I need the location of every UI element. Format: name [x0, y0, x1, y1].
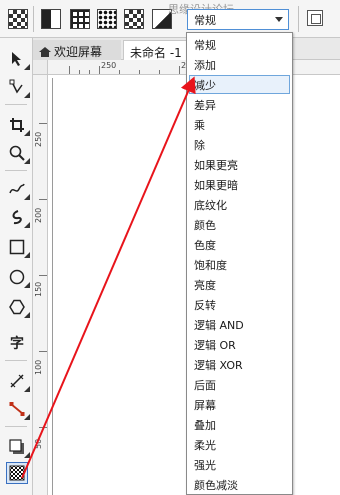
ruler-tick	[39, 275, 47, 276]
dropdown-option[interactable]: 添加	[189, 55, 290, 74]
dropdown-option[interactable]: 屏幕	[189, 395, 290, 414]
dropdown-option[interactable]: 强光	[189, 455, 290, 474]
text-tool-icon[interactable]: 字	[6, 332, 28, 354]
ruler-tick	[39, 199, 47, 200]
ruler-tick	[39, 427, 47, 428]
ruler-label: 250	[101, 61, 117, 70]
tab-welcome-label: 欢迎屏幕	[54, 45, 103, 59]
ruler-tick	[39, 123, 47, 124]
ruler-tick	[79, 70, 80, 74]
tab-welcome-screen[interactable]: 欢迎屏幕	[33, 40, 121, 60]
toolbar-divider	[33, 6, 34, 32]
half-tone-icon[interactable]	[41, 9, 61, 29]
transparency-checker-icon[interactable]	[8, 9, 28, 29]
merge-mode-value: 常规	[194, 14, 216, 27]
dropdown-option[interactable]: 反转	[189, 295, 290, 314]
dropdown-option[interactable]: 颜色减淡	[189, 475, 290, 494]
ruler-label: 150	[34, 281, 43, 297]
polygon-tool-icon[interactable]	[6, 296, 30, 318]
pick-tool-icon[interactable]	[6, 48, 30, 70]
dropdown-option[interactable]: 逻辑 AND	[189, 315, 290, 334]
dropdown-option[interactable]: 柔光	[189, 435, 290, 454]
dropdown-option[interactable]: 叠加	[189, 415, 290, 434]
chevron-down-icon	[275, 17, 283, 22]
flyout-indicator-icon	[24, 252, 30, 258]
dropdown-option[interactable]: 乘	[189, 115, 290, 134]
page-border	[52, 78, 53, 495]
dropdown-option[interactable]: 颜色	[189, 215, 290, 234]
merge-mode-select[interactable]: 常规	[187, 9, 289, 30]
flyout-indicator-icon	[24, 282, 30, 288]
flyout-indicator-icon	[24, 92, 30, 98]
ruler-tick	[89, 70, 90, 74]
dropdown-option[interactable]: 亮度	[189, 275, 290, 294]
rectangle-tool-icon[interactable]	[6, 236, 30, 258]
shape-tool-icon[interactable]	[6, 76, 30, 98]
dropdown-option[interactable]: 逻辑 XOR	[189, 355, 290, 374]
connector-tool-icon[interactable]	[6, 398, 30, 420]
crop-tool-icon[interactable]	[6, 114, 30, 136]
ruler-tick	[39, 351, 47, 352]
freeze-icon[interactable]	[307, 10, 323, 26]
flyout-indicator-icon	[24, 158, 30, 164]
flyout-indicator-icon	[24, 130, 30, 136]
grid-pattern-icon[interactable]	[70, 9, 90, 29]
freehand-tool-icon[interactable]	[6, 178, 30, 200]
ruler-tick	[69, 66, 70, 74]
toolbox-divider	[5, 104, 27, 105]
checker-pattern-icon[interactable]	[124, 9, 144, 29]
flyout-indicator-icon	[24, 452, 30, 458]
toolbox-divider	[5, 426, 27, 427]
merge-mode-dropdown-list: 常规 添加 减少 差异乘除如果更亮 如果更暗 底纹化 颜色 色度 饱和度 亮度 反转 逻辑 AND 逻辑…	[186, 32, 293, 495]
toolbox-divider	[5, 360, 27, 361]
ruler-origin[interactable]	[33, 60, 48, 75]
dropdown-option[interactable]: 常规	[189, 35, 290, 54]
dropdown-option[interactable]: 除	[189, 135, 290, 154]
dropdown-option[interactable]: 后面	[189, 375, 290, 394]
ruler-tick	[99, 66, 100, 74]
toolbox: 字	[0, 38, 33, 495]
dropdown-option[interactable]: 逻辑 OR	[189, 335, 290, 354]
ruler-tick	[119, 70, 120, 74]
flyout-indicator-icon	[24, 222, 30, 228]
zoom-tool-icon[interactable]	[6, 142, 30, 164]
ruler-label: 100	[34, 359, 43, 375]
flyout-indicator-icon	[24, 414, 30, 420]
flyout-indicator-icon	[24, 386, 30, 392]
dropdown-option[interactable]: 减少	[189, 75, 290, 94]
flyout-indicator-icon	[24, 194, 30, 200]
dropdown-option[interactable]: 色度	[189, 235, 290, 254]
dropdown-option[interactable]: 差异	[189, 95, 290, 114]
transparency-tool-icon[interactable]	[6, 462, 28, 484]
home-icon	[39, 47, 51, 57]
dot-pattern-icon[interactable]	[97, 9, 117, 29]
ruler-tick	[159, 70, 160, 74]
flyout-indicator-icon	[24, 64, 30, 70]
ruler-label: 50	[34, 438, 43, 449]
text-tool-label: 字	[10, 336, 24, 352]
tab-document-label: 未命名 -1	[130, 46, 182, 60]
toolbox-divider	[5, 170, 27, 171]
ruler-label: 250	[34, 131, 43, 147]
ellipse-tool-icon[interactable]	[6, 266, 30, 288]
drop-shadow-icon[interactable]	[6, 436, 30, 458]
dropdown-option[interactable]: 底纹化	[189, 195, 290, 214]
dropdown-option[interactable]: 如果更暗	[189, 175, 290, 194]
dropdown-option[interactable]: 饱和度	[189, 255, 290, 274]
toolbar-divider	[298, 6, 299, 32]
ruler-tick	[139, 70, 140, 74]
vertical-ruler[interactable]: 250 200 150 100 50	[33, 75, 48, 495]
parallel-dimension-icon[interactable]	[6, 370, 30, 392]
flyout-indicator-icon	[24, 312, 30, 318]
ruler-label: 200	[34, 207, 43, 223]
dropdown-option[interactable]: 如果更亮	[189, 155, 290, 174]
artistic-media-icon[interactable]	[6, 206, 30, 228]
ruler-tick	[179, 66, 180, 74]
